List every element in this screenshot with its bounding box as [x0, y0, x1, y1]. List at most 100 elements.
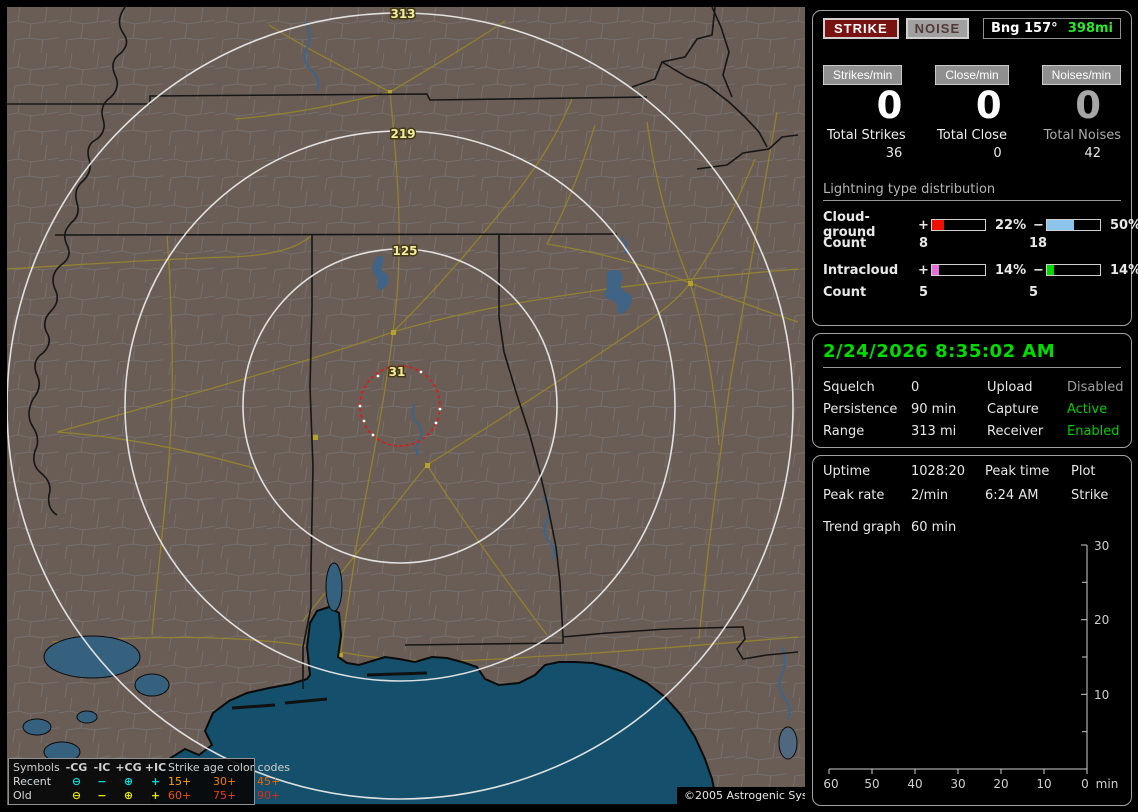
cg-negative-bar-fill — [1047, 220, 1074, 230]
total-close-value: 0 — [993, 146, 1002, 161]
lightning-map[interactable]: 313 219 125 31 Symbols -CG -IC +CG +IC S… — [7, 7, 805, 805]
datetime-display: 2/24/2026 8:35:02 AM — [823, 341, 1121, 368]
x-tick-50: 50 — [864, 777, 879, 791]
minus-sign: − — [1033, 217, 1044, 233]
intracloud-row: Intracloud + 14% − 14% — [823, 259, 1138, 281]
neg-ic-old-icon: − — [97, 789, 107, 802]
noises-counter-column: Noises/min 0 Total Noises 42 — [1022, 65, 1121, 161]
trend-y-labels: 30 20 10 — [1094, 539, 1109, 702]
plot-mode-value: Strike — [1071, 488, 1109, 503]
ic-positive-bar — [931, 264, 986, 276]
ic-negative-bar — [1046, 264, 1101, 276]
x-tick-20: 20 — [993, 777, 1008, 791]
trend-graph-value: 60 min — [911, 520, 957, 535]
range-value: 313 mi — [911, 424, 957, 439]
strikes-counter-column: Strikes/min 0 Total Strikes 36 — [823, 65, 922, 161]
status-panel: 2/24/2026 8:35:02 AM Squelch 0 Upload Di… — [812, 333, 1132, 448]
capture-label: Capture — [987, 402, 1039, 417]
x-tick-40: 40 — [907, 777, 922, 791]
close-per-min-value: 0 — [975, 84, 1002, 127]
total-close-label: Total Close — [937, 128, 1007, 143]
legend-row-old-label: Old — [13, 789, 32, 802]
ic-negative-bar-fill — [1047, 265, 1055, 275]
cg-positive-bar-fill — [932, 220, 944, 230]
ic-positive-count: 5 — [919, 284, 929, 300]
uptime-value: 1028:20 — [911, 464, 966, 479]
close-per-min-button[interactable]: Close/min — [935, 65, 1009, 85]
cloud-ground-count-row: Count 8 18 — [823, 232, 1121, 254]
receiver-status: Enabled — [1067, 424, 1120, 439]
ic-positive-pct: 14% — [995, 262, 1027, 278]
cg-positive-pct: 22% — [995, 217, 1027, 233]
cg-negative-pct: 50% — [1110, 217, 1138, 233]
cloud-ground-row: Cloud-ground + 22% − 50% — [823, 210, 1138, 240]
minus-sign: − — [1033, 262, 1044, 278]
total-noises-value: 42 — [1084, 146, 1101, 161]
strikes-per-min-button[interactable]: Strikes/min — [823, 65, 903, 85]
receiver-label: Receiver — [987, 424, 1044, 439]
count-label: Count — [823, 235, 867, 251]
ring-label-125: 125 — [392, 244, 417, 258]
persistence-value: 90 min — [911, 402, 957, 417]
squelch-label: Squelch — [823, 380, 875, 395]
y-tick-10: 10 — [1094, 688, 1109, 702]
noises-per-min-button[interactable]: Noises/min — [1041, 65, 1121, 85]
x-tick-60: 60 — [823, 777, 838, 791]
age-75: 75+ — [213, 789, 237, 802]
total-strikes-label: Total Strikes — [827, 128, 906, 143]
plot-label: Plot — [1071, 464, 1096, 479]
trend-panel: Uptime 1028:20 Peak time Plot Peak rate … — [812, 455, 1132, 806]
noises-per-min-value: 0 — [1075, 84, 1101, 127]
age-60: 60+ — [168, 789, 192, 802]
persistence-label: Persistence — [823, 402, 898, 417]
map-canvas: 313 219 125 31 — [7, 7, 805, 805]
map-legend: Symbols -CG -IC +CG +IC Strike age color… — [8, 758, 290, 805]
legend-symbols-header: Symbols — [13, 761, 60, 774]
x-tick-30: 30 — [950, 777, 965, 791]
trend-graph-label: Trend graph — [823, 520, 901, 535]
count-label: Count — [823, 284, 867, 300]
y-tick-30: 30 — [1094, 541, 1109, 553]
age-30: 30+ — [213, 775, 237, 788]
peak-rate-value: 2/min — [911, 488, 949, 503]
ring-label-313: 313 — [390, 7, 415, 21]
ring-label-219: 219 — [390, 127, 415, 141]
cg-positive-count: 8 — [919, 235, 929, 251]
pos-ic-old-icon: + — [150, 789, 161, 802]
legend-col-pos-ic: +IC — [144, 761, 167, 774]
strike-stats-panel: STRIKE NOISE Bng 157° 398mi Strikes/min … — [812, 10, 1138, 326]
legend-row-recent-label: Recent — [13, 775, 52, 788]
pos-cg-recent-icon: ⊕ — [123, 775, 134, 788]
legend-age-header: Strike age color codes — [168, 761, 290, 774]
app-window: 313 219 125 31 Symbols -CG -IC +CG +IC S… — [0, 0, 1138, 812]
upload-status: Disabled — [1067, 380, 1124, 395]
bearing-range-value: 398mi — [1067, 21, 1113, 36]
range-label: Range — [823, 424, 865, 439]
legend-col-neg-cg: -CG — [65, 761, 88, 774]
squelch-value: 0 — [911, 380, 920, 395]
intracloud-count-row: Count 5 5 — [823, 281, 1121, 303]
pos-ic-recent-icon: + — [150, 775, 161, 788]
trend-axes — [828, 544, 1088, 774]
ring-label-31: 31 — [389, 365, 406, 379]
bearing-value: Bng 157° — [991, 21, 1058, 36]
age-15: 15+ — [168, 775, 192, 788]
peak-time-label: Peak time — [985, 464, 1050, 479]
strike-mode-button[interactable]: STRIKE — [823, 18, 899, 39]
ic-positive-bar-fill — [932, 265, 940, 275]
upload-label: Upload — [987, 380, 1033, 395]
close-counter-column: Close/min 0 Total Close 0 — [922, 65, 1021, 161]
noise-mode-button[interactable]: NOISE — [905, 18, 970, 39]
neg-ic-recent-icon: − — [97, 775, 107, 788]
age-45: 45+ — [257, 775, 281, 788]
plus-sign: + — [918, 217, 929, 233]
trend-graph-chart: 30 20 10 60 50 40 30 20 10 0 min — [823, 539, 1119, 791]
peak-time-value: 6:24 AM — [985, 488, 1039, 503]
copyright-notice: ©2005 Astrogenic Systems — [677, 787, 805, 805]
neg-cg-old-icon: ⊖ — [71, 789, 82, 802]
x-unit-label: min — [1096, 777, 1119, 791]
legend-col-neg-ic: -IC — [93, 761, 111, 774]
x-tick-0: 0 — [1081, 777, 1089, 791]
y-tick-20: 20 — [1094, 613, 1109, 627]
neg-cg-recent-icon: ⊖ — [71, 775, 82, 788]
